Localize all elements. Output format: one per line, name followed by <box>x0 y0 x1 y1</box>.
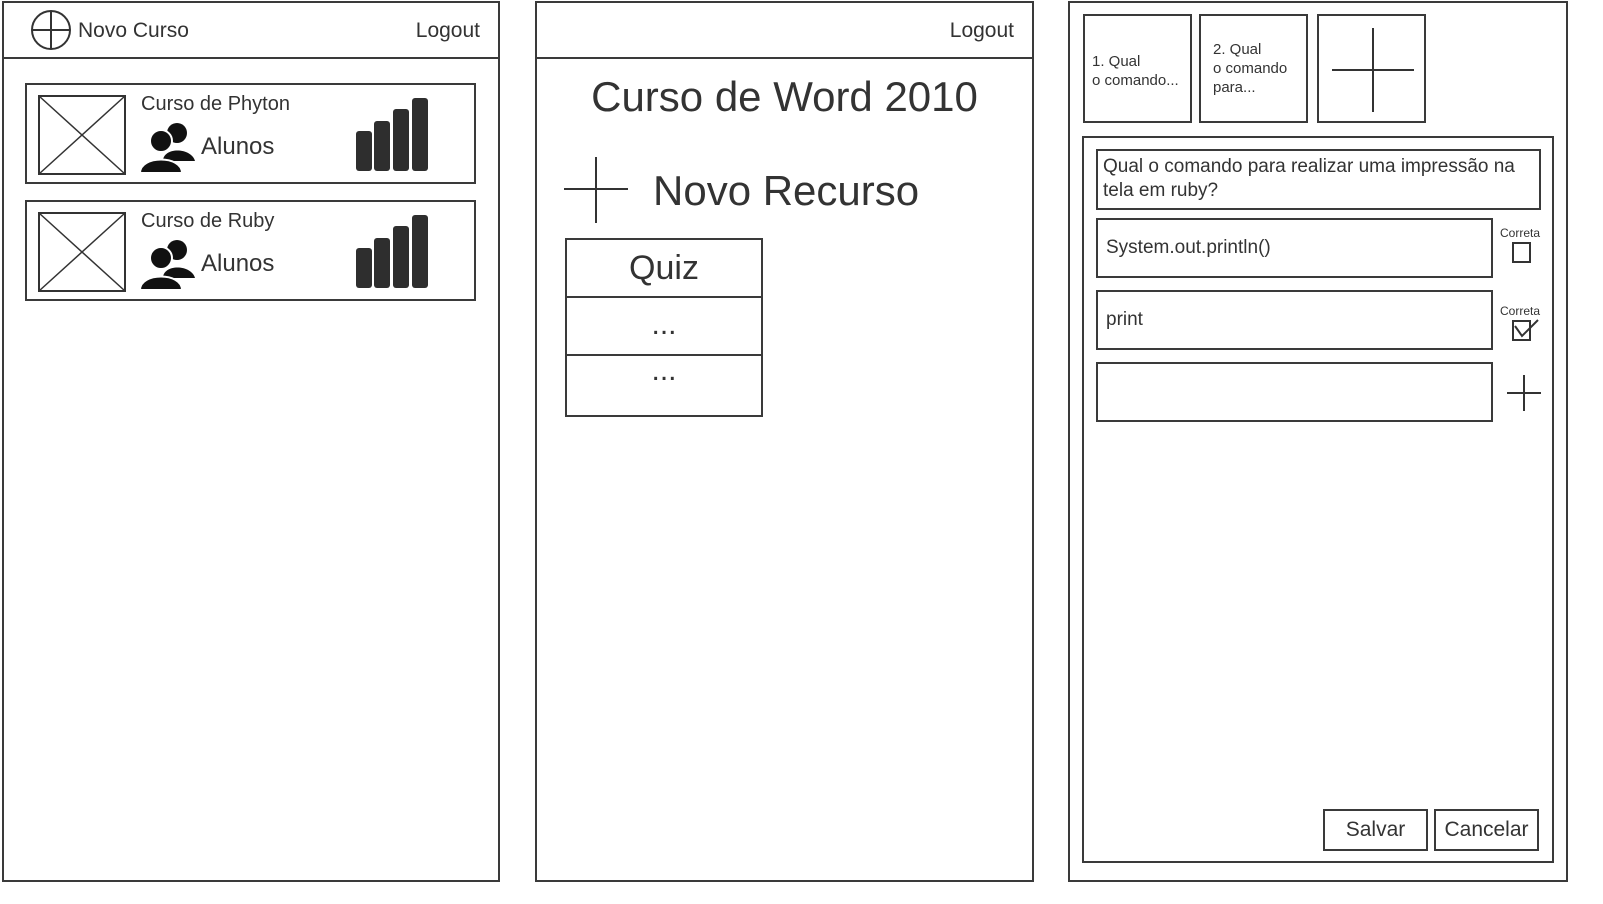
plus-icon <box>564 157 628 223</box>
save-button[interactable]: Salvar <box>1323 809 1428 851</box>
top-bar: Logout <box>537 3 1032 59</box>
new-resource-button[interactable]: Novo Recurso <box>563 155 943 227</box>
course-list-screen: Novo Curso Logout Curso de Phyton Alunos <box>2 1 500 882</box>
logout-link[interactable]: Logout <box>950 19 1014 43</box>
resource-list: Quiz ... ... <box>565 238 763 417</box>
new-resource-label: Novo Recurso <box>653 167 920 214</box>
signal-bars-icon <box>356 98 428 171</box>
question-text-field[interactable]: Qual o comando para realizar uma impress… <box>1096 149 1541 210</box>
add-circle-icon <box>31 10 71 50</box>
question-text: Qual o comando para realizar uma impress… <box>1103 156 1515 201</box>
image-placeholder-icon <box>38 95 126 175</box>
students-label: Alunos <box>201 133 275 160</box>
answer-value: System.out.println() <box>1106 237 1271 258</box>
course-detail-screen: Logout Curso de Word 2010 Novo Recurso Q… <box>535 1 1034 882</box>
course-title: Curso de Phyton <box>141 93 290 115</box>
correct-checkbox-checked[interactable] <box>1512 318 1540 342</box>
image-placeholder-icon <box>38 212 126 292</box>
resource-item[interactable]: ... <box>567 354 761 404</box>
answer-field[interactable] <box>1096 362 1493 422</box>
course-title: Curso de Word 2010 <box>591 73 978 120</box>
cancel-button[interactable]: Cancelar <box>1434 809 1539 851</box>
course-card[interactable]: Curso de Phyton Alunos <box>25 83 476 184</box>
question-tab[interactable]: 2. Qual o comando para... <box>1199 14 1308 123</box>
question-tab-label: 2. Qual o comando para... <box>1213 41 1288 96</box>
resource-item[interactable]: ... <box>567 296 761 356</box>
resource-item-quiz[interactable]: Quiz <box>567 240 761 298</box>
course-title: Curso de Ruby <box>141 210 275 232</box>
signal-bars-icon <box>356 215 428 288</box>
new-course-button[interactable]: Novo Curso <box>30 9 210 51</box>
answer-field[interactable]: print <box>1096 290 1493 350</box>
question-tab-label: 1. Qual o comando... <box>1092 53 1179 89</box>
users-icon <box>139 240 195 291</box>
correct-label: Correta <box>1500 226 1541 240</box>
question-editor: Qual o comando para realizar uma impress… <box>1082 136 1554 863</box>
answer-field[interactable]: System.out.println() <box>1096 218 1493 278</box>
plus-icon <box>1332 28 1414 112</box>
users-icon <box>139 123 195 174</box>
add-answer-icon[interactable] <box>1506 374 1542 412</box>
correct-label: Correta <box>1500 304 1541 318</box>
logout-link[interactable]: Logout <box>416 19 480 43</box>
course-card[interactable]: Curso de Ruby Alunos <box>25 200 476 301</box>
new-course-label: Novo Curso <box>78 19 189 42</box>
top-bar: Novo Curso Logout <box>4 3 498 59</box>
quiz-editor-screen: 1. Qual o comando... 2. Qual o comando p… <box>1068 1 1568 882</box>
correct-checkbox[interactable] <box>1512 242 1532 264</box>
students-label: Alunos <box>201 250 275 277</box>
answer-value: print <box>1106 309 1143 330</box>
question-tab[interactable]: 1. Qual o comando... <box>1083 14 1192 123</box>
add-question-button[interactable] <box>1317 14 1426 123</box>
